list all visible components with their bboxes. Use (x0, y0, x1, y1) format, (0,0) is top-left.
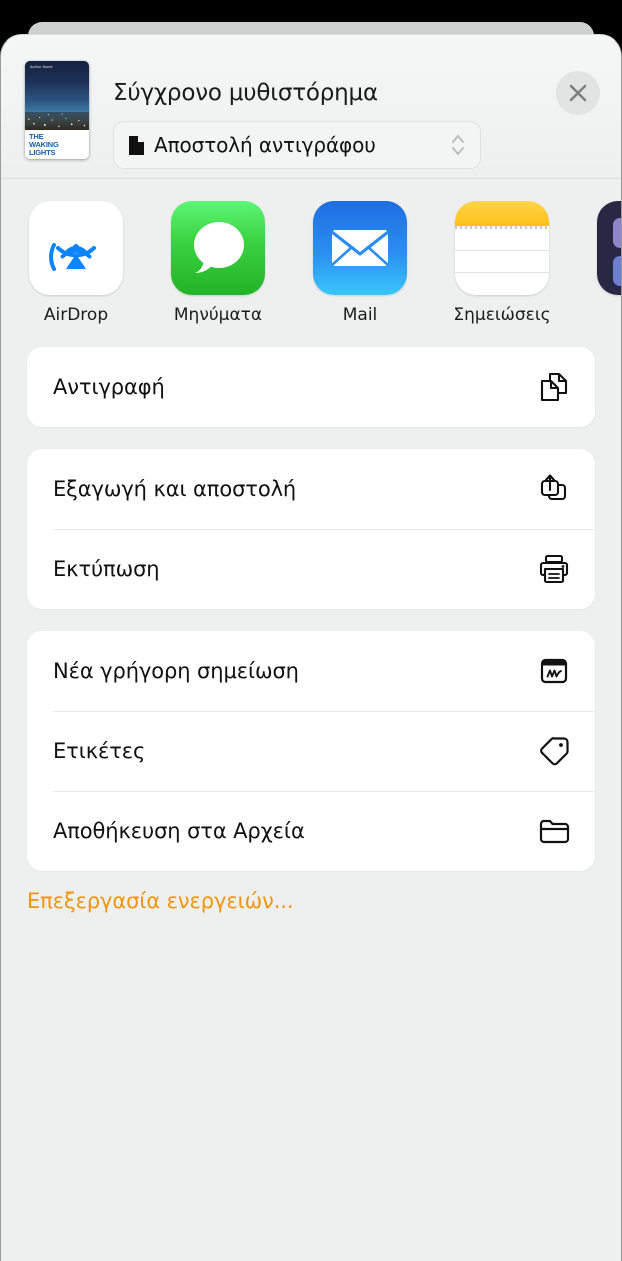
share-target-airdrop[interactable]: AirDrop (5, 201, 147, 325)
action-row-print[interactable]: Εκτύπωση (27, 529, 595, 609)
action-row-copy[interactable]: Αντιγραφή (27, 347, 595, 427)
notes-icon (455, 201, 549, 295)
airdrop-icon (29, 201, 123, 295)
action-label: Ετικέτες (53, 739, 146, 763)
share-target-label: Σημειώσεις (453, 305, 551, 325)
document-thumbnail: Author Name THE WAKING LIGHTS (25, 61, 89, 159)
share-target-mail[interactable]: Mail (289, 201, 431, 325)
action-row-export-send[interactable]: Εξαγωγή και αποστολή (27, 449, 595, 529)
thumbnail-author: Author Name (30, 65, 53, 69)
thumbnail-title-line-3: LIGHTS (29, 148, 56, 157)
thumbnail-title: THE WAKING LIGHTS (29, 133, 59, 157)
folder-icon (539, 819, 570, 844)
copy-icon (540, 372, 568, 402)
action-row-tags[interactable]: Ετικέτες (27, 711, 595, 791)
partial-icon-shape-top (613, 218, 621, 248)
messages-icon (171, 201, 265, 295)
share-targets-row[interactable]: AirDrop Μηνύματα Mail Σημειώσεις (1, 179, 621, 347)
document-icon (129, 135, 144, 155)
printer-icon (539, 554, 569, 584)
notes-rule-line (455, 249, 549, 251)
mail-icon (313, 201, 407, 295)
action-label: Αντιγραφή (53, 375, 165, 399)
quick-note-icon (540, 658, 568, 684)
notes-perforation (455, 226, 549, 230)
action-group-copy: Αντιγραφή (27, 347, 595, 427)
action-label: Νέα γρήγορη σημείωση (53, 659, 299, 683)
action-label: Εκτύπωση (53, 557, 160, 581)
tag-icon (540, 737, 569, 766)
share-target-notes[interactable]: Σημειώσεις (431, 201, 573, 325)
share-target-label: Μηνύματα (173, 305, 263, 325)
share-target-label: AirDrop (43, 305, 109, 325)
edit-actions-button[interactable]: Επεξεργασία ενεργειών... (27, 889, 294, 913)
share-sheet: Author Name THE WAKING LIGHTS Σύγχρονο μ… (0, 34, 622, 1261)
share-target-partial[interactable]: Λα (573, 201, 621, 325)
document-title: Σύγχρονο μυθιστόρημα (113, 80, 378, 106)
close-icon (569, 84, 587, 102)
chevron-up-down-icon (452, 135, 464, 155)
edit-actions-container: Επεξεργασία ενεργειών... (1, 889, 621, 913)
action-row-new-quick-note[interactable]: Νέα γρήγορη σημείωση (27, 631, 595, 711)
action-label: Αποθήκευση στα Αρχεία (53, 819, 305, 843)
notes-rule-line (455, 271, 549, 273)
close-button[interactable] (556, 71, 600, 115)
export-share-icon (540, 474, 567, 501)
action-row-save-to-files[interactable]: Αποθήκευση στα Αρχεία (27, 791, 595, 871)
partial-icon-shape-bottom (613, 256, 621, 286)
share-sheet-header: Author Name THE WAKING LIGHTS Σύγχρονο μ… (1, 35, 621, 179)
action-group-notes-tags-files: Νέα γρήγορη σημείωση Ετικέτες Αποθήκευση… (27, 631, 595, 871)
action-label: Εξαγωγή και αποστολή (53, 477, 297, 501)
thumbnail-cityscape (25, 111, 89, 130)
format-picker-label: Αποστολή αντιγράφου (154, 133, 376, 157)
notes-header-band (455, 201, 549, 227)
format-picker-dropdown[interactable]: Αποστολή αντιγράφου (113, 121, 481, 169)
app-partial-icon (597, 201, 621, 295)
action-group-export-print: Εξαγωγή και αποστολή Εκτύπωση (27, 449, 595, 609)
share-target-label: Mail (342, 305, 378, 325)
action-list: Αντιγραφή Εξαγωγή και αποστολή Εκτύπωση … (1, 347, 621, 871)
share-target-messages[interactable]: Μηνύματα (147, 201, 289, 325)
